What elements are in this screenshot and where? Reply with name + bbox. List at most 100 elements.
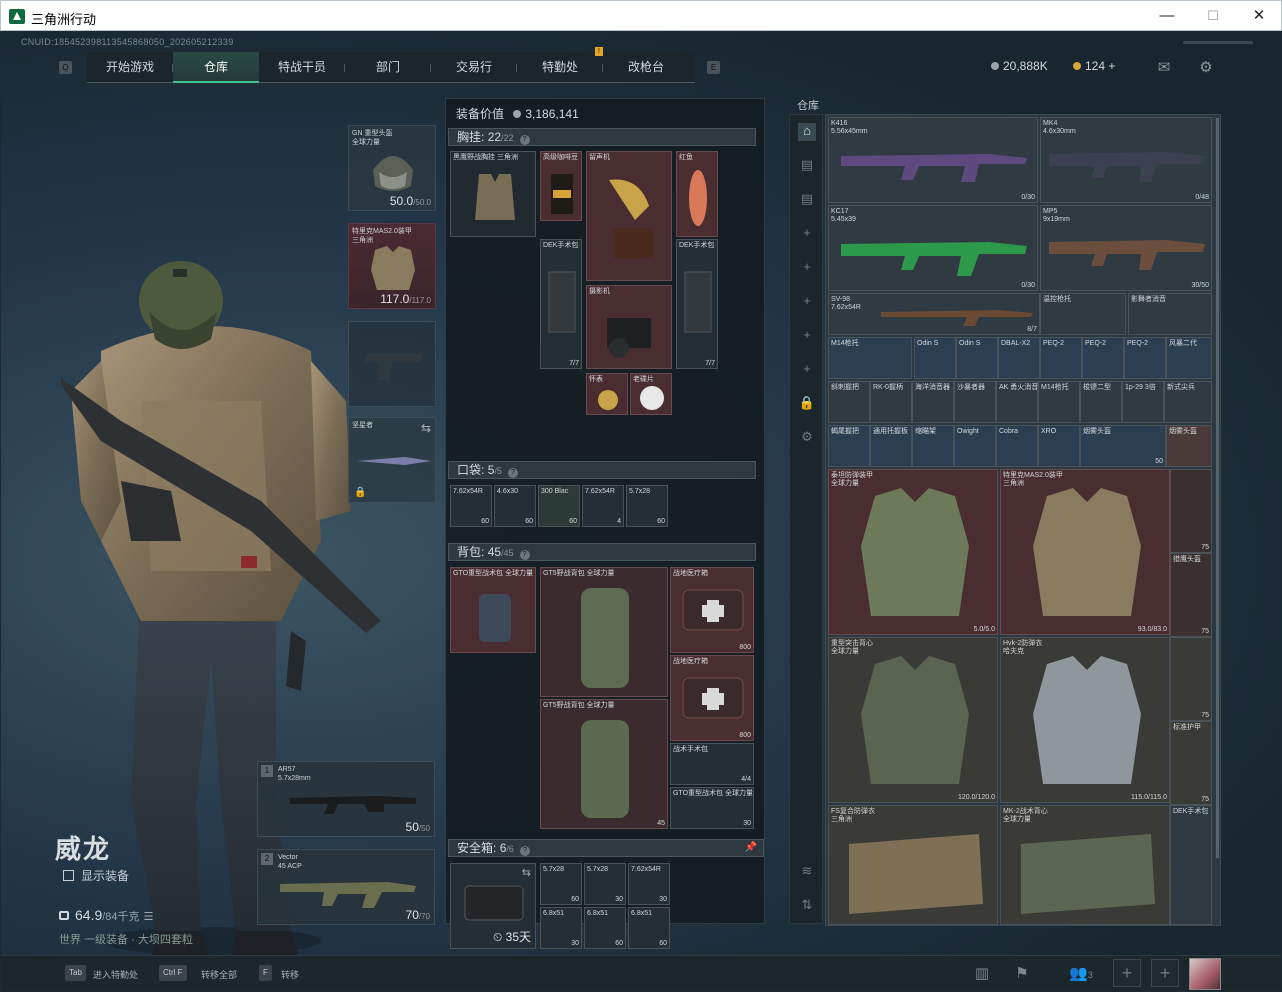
safe-ammo[interactable]: 6.8x51 60: [628, 907, 670, 949]
safe-ammo[interactable]: 5.7x28 30: [584, 863, 626, 905]
stash-item[interactable]: DEK手术包: [1170, 805, 1212, 925]
stash-mod[interactable]: 斜刺握把: [828, 381, 870, 423]
stash-mod[interactable]: 蝎尾握把: [828, 425, 870, 467]
chest-item[interactable]: 摄影机: [586, 285, 672, 369]
stash-mod[interactable]: 烟雾头盔 50: [1080, 425, 1166, 467]
stash-mod[interactable]: AK 勇火消音器: [996, 381, 1045, 423]
swap-icon[interactable]: ⇆: [421, 421, 431, 435]
invite-slot-button[interactable]: +: [1113, 959, 1141, 987]
backpack-item[interactable]: GT5野战背包 全球力量: [540, 567, 668, 697]
key-tab[interactable]: Tab: [65, 965, 86, 981]
chest-item[interactable]: 怀表: [586, 373, 628, 415]
list-icon[interactable]: ☰: [143, 911, 153, 923]
backpack-item[interactable]: 战地医疗箱 800: [670, 655, 754, 741]
player-avatar[interactable]: [1189, 958, 1221, 990]
help-icon[interactable]: ?: [507, 468, 518, 478]
chest-item[interactable]: 红鱼: [676, 151, 718, 237]
stash-mod[interactable]: PEQ-2: [1082, 337, 1124, 379]
stash-page-icon[interactable]: ▤: [798, 157, 816, 175]
safe-ammo[interactable]: 5.7x28 60: [540, 863, 582, 905]
armor-slot[interactable]: 特里克MAS2.0装甲 三角洲 117.0/117.0: [348, 223, 436, 309]
stash-gun[interactable]: SV-98 7.62x54R 8/7: [828, 293, 1040, 335]
stash-mod[interactable]: 梭镖二型: [1080, 381, 1122, 423]
stash-armor[interactable]: Hvk-2防弹衣 哈夫克 115.0/115.0: [1000, 637, 1170, 803]
help-icon[interactable]: ?: [519, 550, 530, 560]
tab-start-game[interactable]: 开始游戏: [87, 52, 173, 83]
squad-icon[interactable]: 👥3: [1061, 961, 1101, 987]
add-page-icon[interactable]: +: [798, 259, 816, 277]
safe-ammo[interactable]: 6.8x51 30: [540, 907, 582, 949]
show-equipment-toggle[interactable]: 显示装备: [63, 867, 129, 884]
stash-mod[interactable]: PEQ-2: [1124, 337, 1166, 379]
chest-item[interactable]: 高级咖啡豆: [540, 151, 582, 221]
close-button[interactable]: ✕: [1239, 5, 1279, 27]
chest-item[interactable]: 留声机: [586, 151, 672, 281]
stats-chart-icon[interactable]: ▥: [969, 961, 995, 987]
layers-icon[interactable]: ≋: [798, 863, 816, 881]
backpack-item[interactable]: GTO重型战术包 全球力量 30: [670, 787, 754, 829]
tab-trade[interactable]: 交易行: [431, 52, 517, 83]
stash-mod[interactable]: 新式尖兵: [1164, 381, 1212, 423]
stash-item[interactable]: 标准护甲 75: [1170, 721, 1212, 805]
stash-mod[interactable]: PEQ-2: [1040, 337, 1082, 379]
stash-home-icon[interactable]: ⌂: [798, 123, 816, 141]
stash-mod[interactable]: M14枪托: [1038, 381, 1080, 423]
token-balance[interactable]: 124 +: [1073, 59, 1115, 73]
stash-item[interactable]: 75: [1170, 637, 1212, 721]
stash-item[interactable]: 75: [1170, 469, 1212, 553]
weapon-slot-2[interactable]: 2 Vector 45 ACP 70/70: [257, 849, 435, 925]
stash-item[interactable]: 温控枪托: [1040, 293, 1126, 335]
melee-slot[interactable]: 坚星者 ⇆ 🔒: [348, 417, 436, 503]
stash-mod[interactable]: 缩瞄架: [912, 425, 954, 467]
settings-gear-icon[interactable]: ⚙: [1197, 58, 1215, 76]
tab-stash[interactable]: 仓库: [173, 52, 259, 83]
weapon-slot-1[interactable]: 1 AR57 5.7x28mm 50/50: [257, 761, 435, 837]
help-icon[interactable]: ?: [519, 846, 530, 856]
stash-armor[interactable]: FS复合防弹衣 三角洲: [828, 805, 998, 925]
stash-mod[interactable]: RK-0握柄: [870, 381, 912, 423]
stash-armor[interactable]: MK-2战术背心 全球力量: [1000, 805, 1170, 925]
helmet-slot[interactable]: GN 重型头盔 全球力量 50.0/50.0: [348, 125, 436, 211]
stash-mod[interactable]: Odin S: [956, 337, 998, 379]
lock-icon[interactable]: 🔒: [798, 395, 816, 413]
stash-item[interactable]: 猎鹰头盔 75: [1170, 553, 1212, 637]
backpack-item[interactable]: GTO重型战术包 全球力量: [450, 567, 536, 653]
checkbox-icon[interactable]: [63, 870, 74, 881]
pocket-ammo[interactable]: 300 Blac 60: [538, 485, 580, 527]
stash-mod[interactable]: Cobra: [996, 425, 1038, 467]
safe-ammo[interactable]: 7.62x54R 30: [628, 863, 670, 905]
pistol-slot[interactable]: [348, 321, 436, 407]
maximize-button[interactable]: ☐: [1193, 5, 1233, 27]
stash-armor[interactable]: 特里克MAS2.0装甲 三角洲 93.0/83.0: [1000, 469, 1170, 635]
stash-gun[interactable]: K416 5.56x45mm 0/30: [828, 117, 1038, 203]
help-icon[interactable]: ?: [519, 135, 530, 145]
tab-special-ops[interactable]: 特勤处: [517, 52, 603, 83]
safe-ammo[interactable]: 6.8x51 60: [584, 907, 626, 949]
stash-mod[interactable]: 通用托握板: [870, 425, 912, 467]
minimize-button[interactable]: —: [1147, 5, 1187, 27]
add-page-icon[interactable]: +: [798, 225, 816, 243]
backpack-item[interactable]: GT5野战背包 全球力量 45: [540, 699, 668, 829]
chest-item[interactable]: DEK手术包 7/7: [540, 239, 582, 369]
stash-mod[interactable]: 烟雾头盔: [1166, 425, 1212, 467]
mail-icon[interactable]: ✉: [1155, 58, 1173, 76]
pocket-ammo[interactable]: 7.62x54R 4: [582, 485, 624, 527]
stash-item[interactable]: 影舞者消音: [1128, 293, 1212, 335]
pocket-ammo[interactable]: 4.6x30 60: [494, 485, 536, 527]
add-page-icon[interactable]: +: [798, 293, 816, 311]
chest-item[interactable]: 老碟片: [630, 373, 672, 415]
invite-slot-button[interactable]: +: [1151, 959, 1179, 987]
stash-page-icon[interactable]: ▤: [798, 191, 816, 209]
stash-mod[interactable]: M14枪托: [828, 337, 912, 379]
tab-department[interactable]: 部门: [345, 52, 431, 83]
stash-mod[interactable]: 沙暴者器: [954, 381, 996, 423]
stash-armor[interactable]: 泰坦防弹装甲 全球力量 5.0/5.0: [828, 469, 998, 635]
stash-mod[interactable]: XRO: [1038, 425, 1080, 467]
stash-mod[interactable]: 1p-29 3倍: [1122, 381, 1164, 423]
tab-next-key[interactable]: E: [707, 61, 720, 74]
stash-gun[interactable]: MP5 9x19mm 30/50: [1040, 205, 1212, 291]
chest-rig-item[interactable]: 黑鹰野战胸挂 三角洲: [450, 151, 536, 237]
tab-gunsmith[interactable]: 改枪台: [603, 52, 689, 83]
tab-operators[interactable]: 特战干员: [259, 52, 345, 83]
stash-gun[interactable]: KC17 5.45x39 0/30: [828, 205, 1038, 291]
